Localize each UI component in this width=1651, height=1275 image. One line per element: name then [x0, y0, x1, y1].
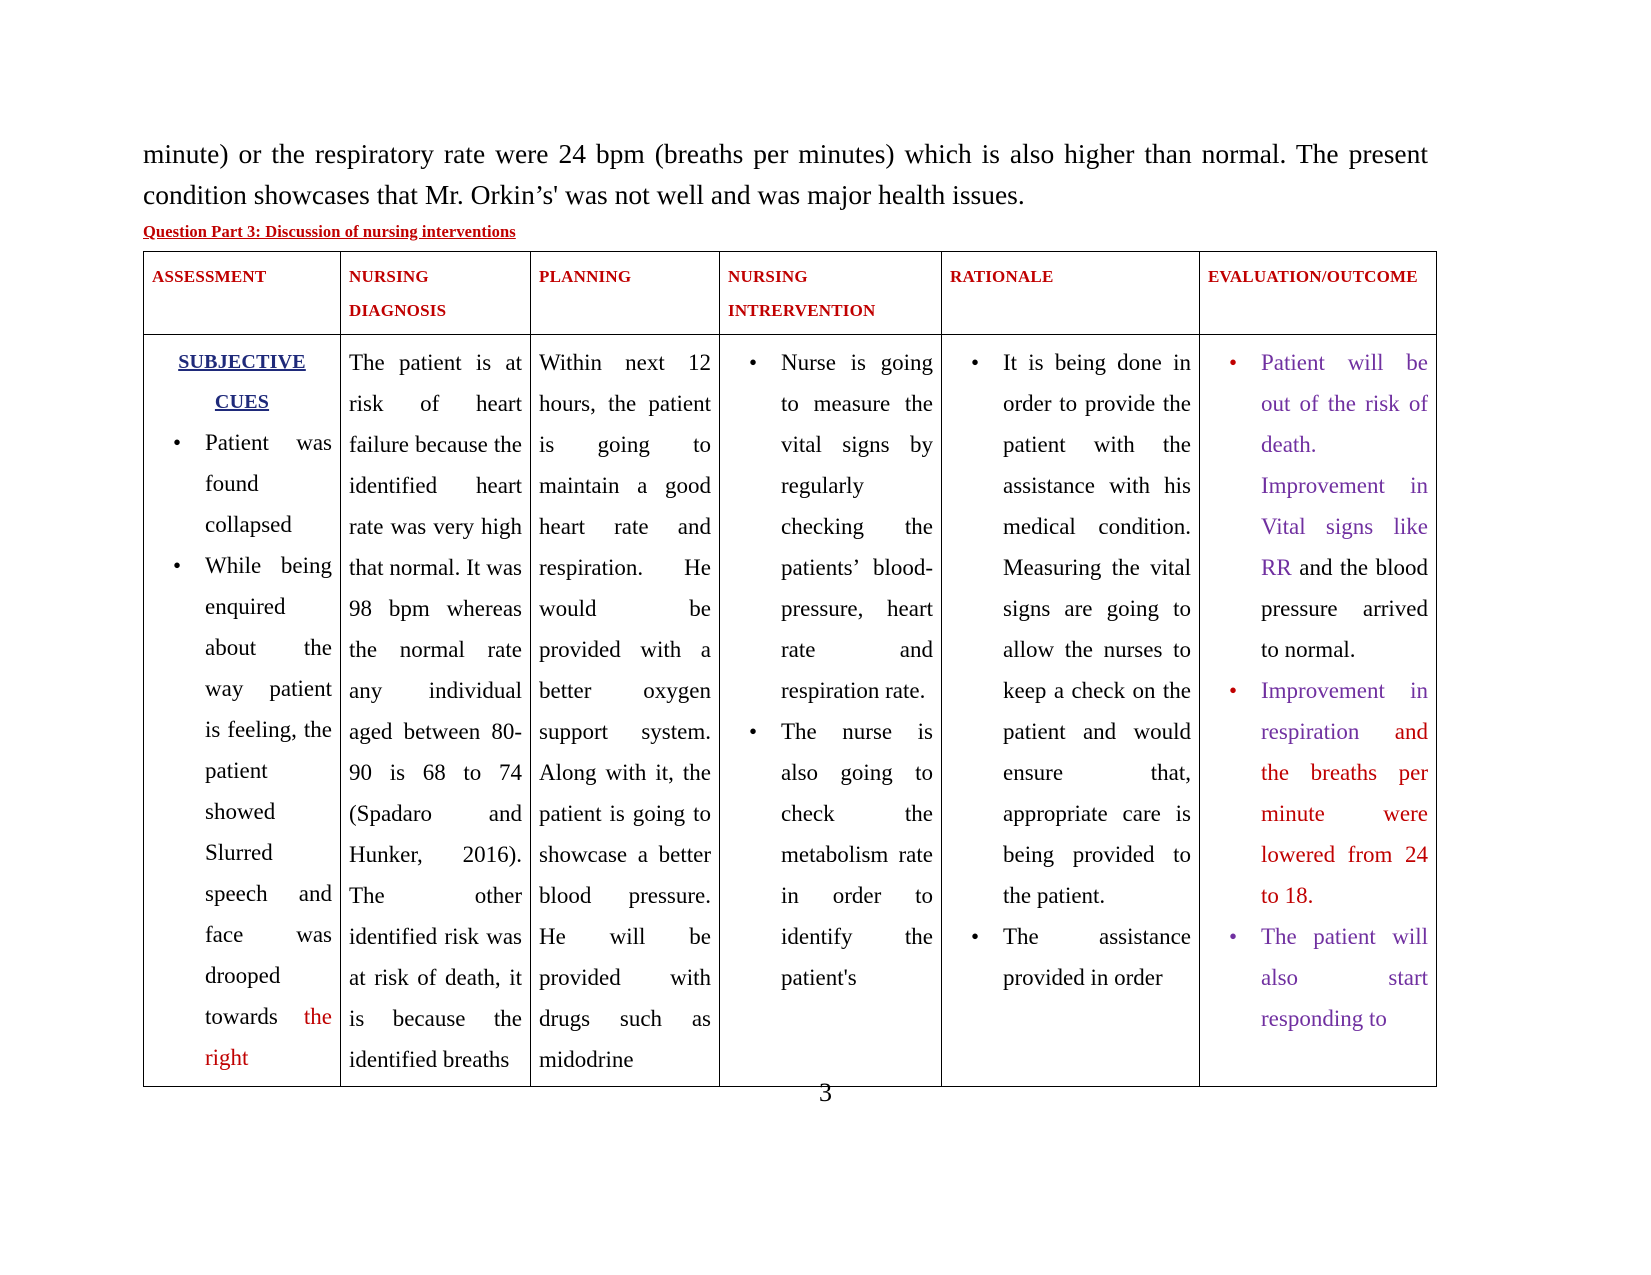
cell-rationale: It is being done in order to provide the… — [941, 334, 1200, 1087]
assessment-bullet-list: Patient was found collapsed While being … — [152, 422, 332, 1078]
column-header-nursing-diagnosis: NURSING DIAGNOSIS — [340, 251, 531, 335]
list-item: Patient will be out of the risk of death… — [1208, 342, 1428, 670]
evaluation-outcome-bullet-list-2: The patient will also start responding t… — [1208, 916, 1428, 1039]
assessment-bullet-1-text: Patient was found collapsed — [205, 430, 332, 537]
list-item: The nurse is also going to check the met… — [728, 711, 933, 998]
outcome-bullet-2-red-text: and the breaths per minute were lowered … — [1261, 719, 1428, 908]
subjective-cues-heading: SUBJECTIVE CUES — [178, 351, 306, 413]
rationale-bullet-2-text: The assistance provided in order — [1003, 924, 1191, 990]
cell-nursing-diagnosis: The patient is at risk of heart failure … — [340, 334, 531, 1087]
outcome-bullet-3-purple-text: The patient will also start responding t… — [1261, 924, 1428, 1031]
list-item: It is being done in order to provide the… — [950, 342, 1191, 916]
list-item: The patient will also start responding t… — [1208, 916, 1428, 1039]
document-page: minute) or the respiratory rate were 24 … — [0, 0, 1651, 1275]
column-header-assessment: ASSESSMENT — [143, 251, 341, 335]
nursing-intervention-bullet-1-text: Nurse is going to measure the vital sign… — [781, 350, 933, 703]
cell-nursing-intervention: Nurse is going to measure the vital sign… — [719, 334, 942, 1087]
column-header-nursing-intervention: NURSING INTRERVENTION — [719, 251, 942, 335]
evaluation-outcome-bullet-list-1: Patient will be out of the risk of death… — [1208, 342, 1428, 916]
column-header-planning: PLANNING — [530, 251, 720, 335]
assessment-bullet-2-text: While being enquired about the way patie… — [205, 553, 332, 1029]
nursing-interventions-table: ASSESSMENT NURSING DIAGNOSIS PLANNING NU… — [143, 251, 1437, 1087]
outcome-bullet-1-purple-text: Patient will be out of the risk of death… — [1261, 350, 1428, 580]
cell-evaluation-outcome: Patient will be out of the risk of death… — [1199, 334, 1437, 1087]
nursing-intervention-bullet-list: Nurse is going to measure the vital sign… — [728, 342, 933, 998]
column-header-nursing-intervention-line2: INTRERVENTION — [728, 301, 876, 320]
cell-planning: Within next 12 hours, the patient is goi… — [530, 334, 720, 1087]
table-row: SUBJECTIVE CUES Patient was found collap… — [143, 334, 1437, 1087]
body-paragraph: minute) or the respiratory rate were 24 … — [143, 138, 1428, 210]
section-heading: Question Part 3: Discussion of nursing i… — [143, 222, 516, 241]
nursing-intervention-bullet-2-text: The nurse is also going to check the met… — [781, 719, 933, 990]
list-item: The assistance provided in order — [950, 916, 1191, 998]
cell-assessment: SUBJECTIVE CUES Patient was found collap… — [143, 334, 341, 1087]
list-item: Patient was found collapsed — [152, 422, 332, 545]
column-header-rationale: RATIONALE — [941, 251, 1200, 335]
table-header-row: ASSESSMENT NURSING DIAGNOSIS PLANNING NU… — [143, 251, 1437, 335]
page-number: 3 — [819, 1078, 832, 1107]
column-header-nursing-intervention-line1: NURSING — [728, 267, 808, 286]
rationale-bullet-list: It is being done in order to provide the… — [950, 342, 1191, 998]
list-item: Nurse is going to measure the vital sign… — [728, 342, 933, 711]
list-item: While being enquired about the way patie… — [152, 545, 332, 1078]
list-item: Improvement in respiration and the breat… — [1208, 670, 1428, 916]
rationale-bullet-1-text: It is being done in order to provide the… — [1003, 350, 1191, 908]
column-header-evaluation-outcome: EVALUATION/OUTCOME — [1199, 251, 1437, 335]
